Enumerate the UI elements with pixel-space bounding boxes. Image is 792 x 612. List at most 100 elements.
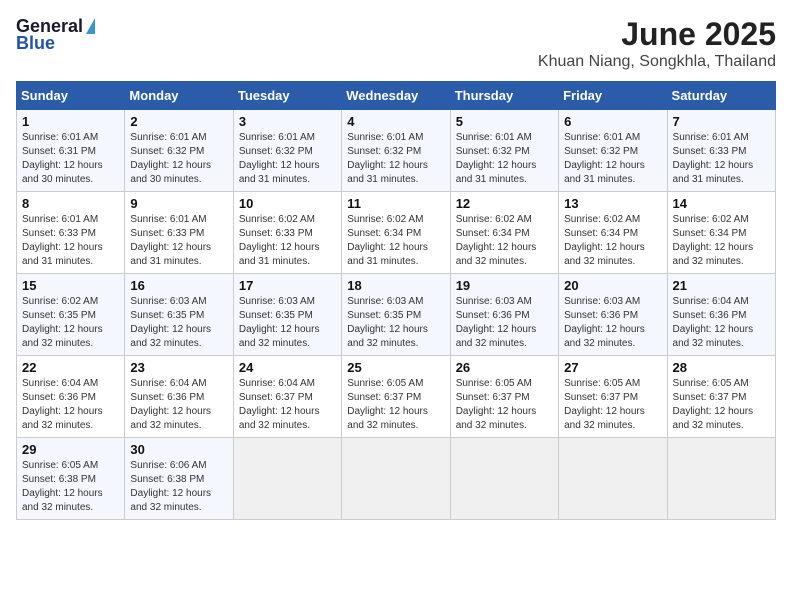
day-number: 15 — [22, 278, 119, 293]
calendar-table: SundayMondayTuesdayWednesdayThursdayFrid… — [16, 81, 776, 520]
day-info: Sunrise: 6:01 AM Sunset: 6:32 PM Dayligh… — [130, 131, 227, 187]
calendar-day-9: 9 Sunrise: 6:01 AM Sunset: 6:33 PM Daylig… — [125, 192, 233, 274]
day-info: Sunrise: 6:01 AM Sunset: 6:33 PM Dayligh… — [673, 131, 770, 187]
day-info: Sunrise: 6:01 AM Sunset: 6:31 PM Dayligh… — [22, 131, 119, 187]
empty-cell — [450, 438, 558, 520]
weekday-header-wednesday: Wednesday — [342, 82, 450, 110]
day-number: 27 — [564, 360, 661, 375]
day-number: 4 — [347, 114, 444, 129]
day-number: 10 — [239, 196, 336, 211]
day-info: Sunrise: 6:06 AM Sunset: 6:38 PM Dayligh… — [130, 459, 227, 515]
day-info: Sunrise: 6:02 AM Sunset: 6:34 PM Dayligh… — [456, 213, 553, 269]
day-info: Sunrise: 6:05 AM Sunset: 6:37 PM Dayligh… — [673, 377, 770, 433]
calendar-day-11: 11Sunrise: 6:02 AM Sunset: 6:34 PM Dayli… — [342, 192, 450, 274]
calendar-day-22: 22Sunrise: 6:04 AM Sunset: 6:36 PM Dayli… — [17, 356, 125, 438]
day-number: 29 — [22, 442, 119, 457]
day-info: Sunrise: 6:05 AM Sunset: 6:37 PM Dayligh… — [456, 377, 553, 433]
calendar-day-24: 24Sunrise: 6:04 AM Sunset: 6:37 PM Dayli… — [233, 356, 341, 438]
day-info: Sunrise: 6:05 AM Sunset: 6:37 PM Dayligh… — [564, 377, 661, 433]
calendar-day-15: 15 Sunrise: 6:02 AM Sunset: 6:35 PM Dayli… — [17, 274, 125, 356]
calendar-day-3: 3 Sunrise: 6:01 AM Sunset: 6:32 PM Daylig… — [233, 110, 341, 192]
weekday-header-monday: Monday — [125, 82, 233, 110]
day-number: 16 — [130, 278, 227, 293]
day-info: Sunrise: 6:03 AM Sunset: 6:35 PM Dayligh… — [239, 295, 336, 351]
day-info: Sunrise: 6:03 AM Sunset: 6:36 PM Dayligh… — [564, 295, 661, 351]
day-info: Sunrise: 6:02 AM Sunset: 6:34 PM Dayligh… — [564, 213, 661, 269]
day-number: 7 — [673, 114, 770, 129]
calendar-day-10: 10 Sunrise: 6:02 AM Sunset: 6:33 PM Dayli… — [233, 192, 341, 274]
calendar-week-3: 15 Sunrise: 6:02 AM Sunset: 6:35 PM Dayli… — [17, 274, 776, 356]
day-info: Sunrise: 6:01 AM Sunset: 6:33 PM Dayligh… — [22, 213, 119, 269]
day-number: 3 — [239, 114, 336, 129]
empty-cell — [667, 438, 775, 520]
day-info: Sunrise: 6:03 AM Sunset: 6:35 PM Dayligh… — [130, 295, 227, 351]
day-number: 23 — [130, 360, 227, 375]
day-info: Sunrise: 6:05 AM Sunset: 6:38 PM Dayligh… — [22, 459, 119, 515]
calendar-day-19: 19 Sunrise: 6:03 AM Sunset: 6:36 PM Dayli… — [450, 274, 558, 356]
day-number: 9 — [130, 196, 227, 211]
calendar-day-2: 2 Sunrise: 6:01 AM Sunset: 6:32 PM Daylig… — [125, 110, 233, 192]
calendar-day-17: 17 Sunrise: 6:03 AM Sunset: 6:35 PM Dayli… — [233, 274, 341, 356]
calendar-day-16: 16 Sunrise: 6:03 AM Sunset: 6:35 PM Dayli… — [125, 274, 233, 356]
calendar-day-28: 28 Sunrise: 6:05 AM Sunset: 6:37 PM Dayli… — [667, 356, 775, 438]
calendar-day-18: 18 Sunrise: 6:03 AM Sunset: 6:35 PM Dayli… — [342, 274, 450, 356]
day-number: 20 — [564, 278, 661, 293]
day-info: Sunrise: 6:02 AM Sunset: 6:33 PM Dayligh… — [239, 213, 336, 269]
day-number: 26 — [456, 360, 553, 375]
calendar-header-row: SundayMondayTuesdayWednesdayThursdayFrid… — [17, 82, 776, 110]
day-number: 19 — [456, 278, 553, 293]
empty-cell — [342, 438, 450, 520]
page-header: General Blue June 2025 Khuan Niang, Song… — [16, 16, 776, 71]
calendar-day-1: 1 Sunrise: 6:01 AM Sunset: 6:31 PM Daylig… — [17, 110, 125, 192]
weekday-header-thursday: Thursday — [450, 82, 558, 110]
day-info: Sunrise: 6:01 AM Sunset: 6:32 PM Dayligh… — [239, 131, 336, 187]
logo-blue-text: Blue — [16, 33, 55, 54]
calendar-day-14: 14 Sunrise: 6:02 AM Sunset: 6:34 PM Dayli… — [667, 192, 775, 274]
calendar-body: 1 Sunrise: 6:01 AM Sunset: 6:31 PM Daylig… — [17, 110, 776, 520]
day-number: 1 — [22, 114, 119, 129]
calendar-day-23: 23Sunrise: 6:04 AM Sunset: 6:36 PM Dayli… — [125, 356, 233, 438]
day-number: 17 — [239, 278, 336, 293]
day-number: 14 — [673, 196, 770, 211]
title-area: June 2025 Khuan Niang, Songkhla, Thailan… — [538, 16, 776, 71]
day-info: Sunrise: 6:04 AM Sunset: 6:37 PM Dayligh… — [239, 377, 336, 433]
day-number: 28 — [673, 360, 770, 375]
day-number: 21 — [673, 278, 770, 293]
day-number: 18 — [347, 278, 444, 293]
month-title: June 2025 — [538, 16, 776, 53]
weekday-header-friday: Friday — [559, 82, 667, 110]
day-info: Sunrise: 6:03 AM Sunset: 6:36 PM Dayligh… — [456, 295, 553, 351]
day-number: 2 — [130, 114, 227, 129]
calendar-week-4: 22Sunrise: 6:04 AM Sunset: 6:36 PM Dayli… — [17, 356, 776, 438]
day-info: Sunrise: 6:02 AM Sunset: 6:34 PM Dayligh… — [673, 213, 770, 269]
day-info: Sunrise: 6:04 AM Sunset: 6:36 PM Dayligh… — [673, 295, 770, 351]
calendar-day-8: 8 Sunrise: 6:01 AM Sunset: 6:33 PM Daylig… — [17, 192, 125, 274]
day-info: Sunrise: 6:05 AM Sunset: 6:37 PM Dayligh… — [347, 377, 444, 433]
logo: General Blue — [16, 16, 95, 54]
empty-cell — [559, 438, 667, 520]
day-info: Sunrise: 6:01 AM Sunset: 6:32 PM Dayligh… — [456, 131, 553, 187]
calendar-day-12: 12Sunrise: 6:02 AM Sunset: 6:34 PM Dayli… — [450, 192, 558, 274]
day-info: Sunrise: 6:01 AM Sunset: 6:32 PM Dayligh… — [347, 131, 444, 187]
calendar-day-7: 7 Sunrise: 6:01 AM Sunset: 6:33 PM Daylig… — [667, 110, 775, 192]
day-number: 30 — [130, 442, 227, 457]
calendar-day-21: 21 Sunrise: 6:04 AM Sunset: 6:36 PM Dayli… — [667, 274, 775, 356]
weekday-header-saturday: Saturday — [667, 82, 775, 110]
day-number: 8 — [22, 196, 119, 211]
day-info: Sunrise: 6:02 AM Sunset: 6:34 PM Dayligh… — [347, 213, 444, 269]
weekday-header-tuesday: Tuesday — [233, 82, 341, 110]
calendar-day-30: 30 Sunrise: 6:06 AM Sunset: 6:38 PM Dayli… — [125, 438, 233, 520]
day-info: Sunrise: 6:01 AM Sunset: 6:32 PM Dayligh… — [564, 131, 661, 187]
location-title: Khuan Niang, Songkhla, Thailand — [538, 53, 776, 71]
empty-cell — [233, 438, 341, 520]
day-info: Sunrise: 6:02 AM Sunset: 6:35 PM Dayligh… — [22, 295, 119, 351]
logo-icon — [86, 18, 95, 34]
day-number: 6 — [564, 114, 661, 129]
day-info: Sunrise: 6:04 AM Sunset: 6:36 PM Dayligh… — [22, 377, 119, 433]
day-number: 25 — [347, 360, 444, 375]
day-info: Sunrise: 6:03 AM Sunset: 6:35 PM Dayligh… — [347, 295, 444, 351]
calendar-week-2: 8 Sunrise: 6:01 AM Sunset: 6:33 PM Daylig… — [17, 192, 776, 274]
calendar-day-13: 13Sunrise: 6:02 AM Sunset: 6:34 PM Dayli… — [559, 192, 667, 274]
calendar-day-27: 27 Sunrise: 6:05 AM Sunset: 6:37 PM Dayli… — [559, 356, 667, 438]
day-info: Sunrise: 6:01 AM Sunset: 6:33 PM Dayligh… — [130, 213, 227, 269]
